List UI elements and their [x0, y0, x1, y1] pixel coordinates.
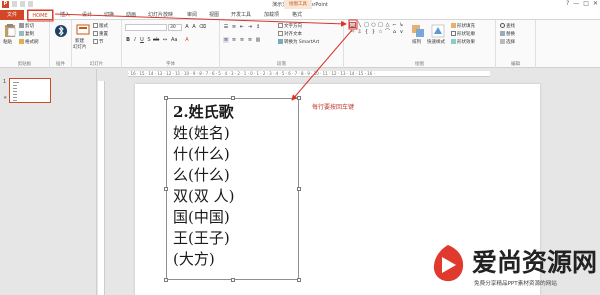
arrow-to-slide-textbox	[291, 29, 353, 101]
textbox-tool-highlight	[348, 19, 358, 30]
watermark-logo-icon	[433, 245, 464, 282]
home-tab-highlight	[27, 9, 54, 22]
watermark-subtitle: 免费分享精品PPT素材资源的网站	[474, 281, 557, 287]
watermark: 爱尚资源网 免费分享精品PPT素材资源的网站	[420, 239, 600, 295]
arrow-to-textbox-tool	[54, 13, 347, 27]
watermark-title: 爱尚资源网	[472, 248, 598, 277]
